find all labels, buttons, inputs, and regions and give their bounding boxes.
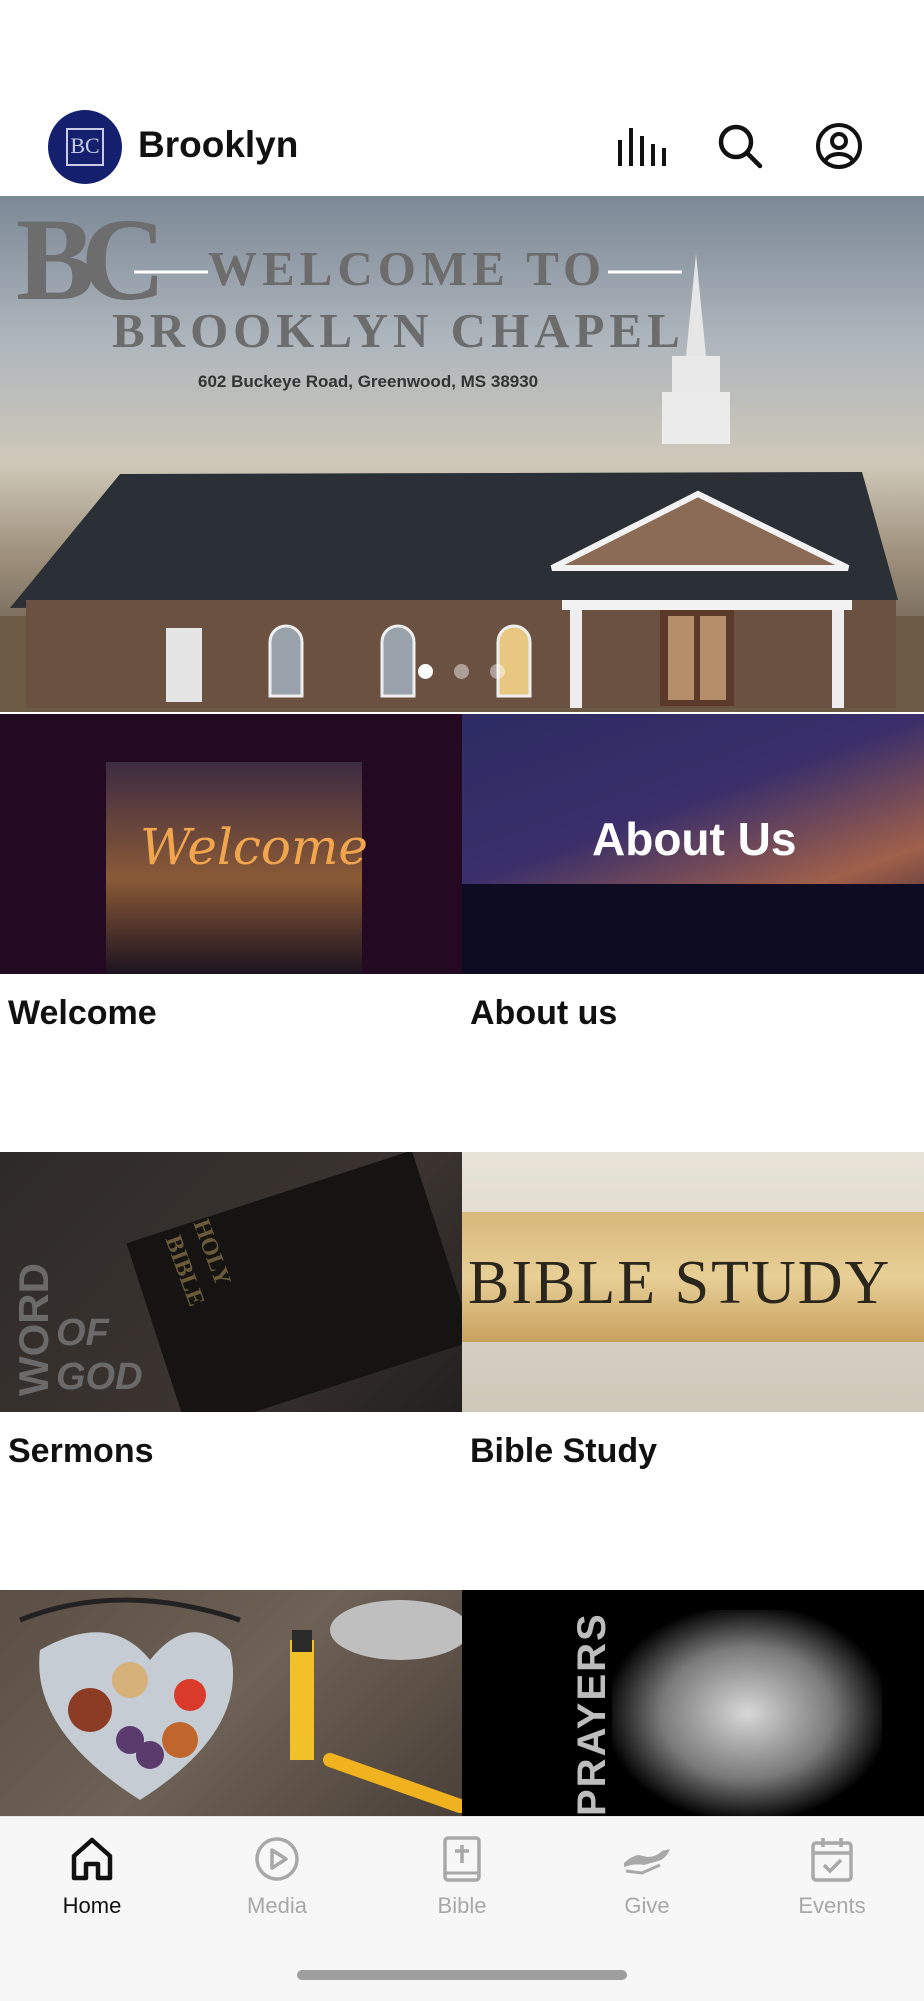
bible-icon <box>434 1831 490 1887</box>
tab-label-give: Give <box>624 1893 670 1918</box>
tile-health-image[interactable] <box>0 1590 462 1816</box>
hero-title-line1: WELCOME TO <box>208 241 607 296</box>
tab-label-bible: Bible <box>437 1893 487 1918</box>
tab-label-events: Events <box>798 1893 866 1918</box>
app-title: Brooklyn <box>138 124 299 165</box>
carousel-dot-3[interactable] <box>490 664 505 679</box>
app-header: BC Brooklyn <box>0 0 924 196</box>
welcome-image-text: Welcome <box>140 818 369 876</box>
calendar-icon <box>804 1831 860 1887</box>
tab-label-home: Home <box>62 1893 122 1918</box>
equalizer-icon[interactable] <box>614 118 670 174</box>
sermons-image-text-1: WORD <box>10 1263 57 1396</box>
tile-sermons-image[interactable]: HOLY BIBLE WORD OF GOD <box>0 1152 462 1412</box>
health-illustration <box>19 1597 462 1813</box>
tab-home[interactable]: Home <box>0 1817 184 1937</box>
home-indicator <box>297 1970 627 1980</box>
sermons-image-text-3: GOD <box>56 1356 143 1398</box>
prayers-image-text: PRAYERS <box>570 1612 614 1816</box>
search-icon[interactable] <box>712 118 768 174</box>
home-icon <box>64 1831 120 1887</box>
tile-bible-study-image[interactable]: BIBLE STUDY <box>462 1152 924 1412</box>
play-icon <box>249 1831 305 1887</box>
tile-about-image[interactable]: About Us <box>462 714 924 974</box>
carousel-dot-2[interactable] <box>454 664 469 679</box>
hero-logo-letters: BC <box>16 196 166 325</box>
profile-icon[interactable] <box>811 118 867 174</box>
crowd-silhouette <box>462 884 924 974</box>
tile-label-welcome[interactable]: Welcome <box>8 994 157 1033</box>
tab-events[interactable]: Events <box>740 1817 924 1937</box>
tile-label-bible-study[interactable]: Bible Study <box>470 1432 657 1471</box>
tile-label-about[interactable]: About us <box>470 994 617 1033</box>
bible-study-image-text: BIBLE STUDY <box>468 1249 892 1317</box>
hero-title-line2: BROOKLYN CHAPEL <box>112 303 685 358</box>
church-logo[interactable]: BC <box>48 110 122 184</box>
carousel-dot-1[interactable] <box>418 664 433 679</box>
hero-address: 602 Buckeye Road, Greenwood, MS 38930 <box>198 372 539 391</box>
sermons-image-text-2: OF <box>56 1312 109 1354</box>
about-image-text: About Us <box>592 813 797 865</box>
tile-prayers-image[interactable]: PRAYERS <box>462 1590 924 1816</box>
logo-monogram: BC <box>66 128 104 166</box>
tab-label-media: Media <box>247 1893 307 1918</box>
tile-welcome-image[interactable]: Welcome <box>0 714 462 974</box>
hero-carousel[interactable]: BC WELCOME TO BROOKLYN CHAPEL 602 Buckey… <box>0 196 924 712</box>
give-icon <box>619 1831 675 1887</box>
tab-bible[interactable]: Bible <box>370 1817 554 1937</box>
tab-media[interactable]: Media <box>185 1817 369 1937</box>
tile-label-sermons[interactable]: Sermons <box>8 1432 154 1471</box>
tab-give[interactable]: Give <box>555 1817 739 1937</box>
praying-hands-photo <box>612 1610 882 1816</box>
